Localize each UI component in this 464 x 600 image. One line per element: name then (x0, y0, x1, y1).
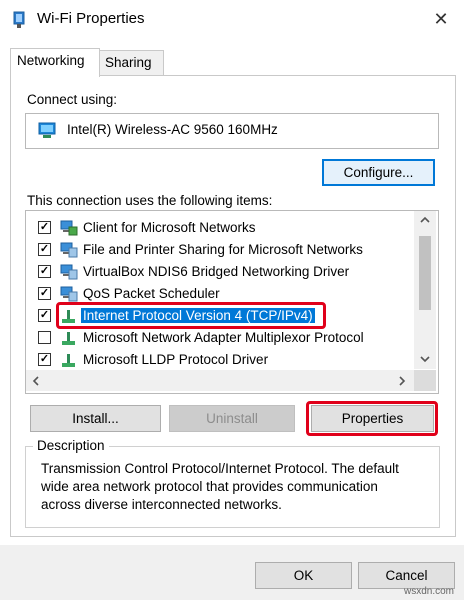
chevron-right-icon[interactable] (398, 376, 406, 386)
wifi-adapter-icon (13, 11, 25, 28)
description-line-3: across diverse interconnected networks. (41, 497, 282, 512)
network-adapter-icon (38, 122, 56, 138)
checkbox[interactable]: ✓ (38, 309, 51, 322)
protocol-icon (62, 332, 75, 345)
description-line-2: wide area network protocol that provides… (41, 479, 378, 494)
protocol-icon (62, 354, 75, 367)
horizontal-scrollbar[interactable] (26, 370, 414, 391)
install-button[interactable]: Install... (30, 405, 161, 432)
ipv4-highlight-box (56, 302, 326, 329)
checkbox[interactable]: ✓ (38, 243, 51, 256)
network-client-icon (60, 220, 78, 236)
properties-highlight-box (306, 401, 438, 436)
network-service-icon (60, 286, 78, 302)
checkbox[interactable]: ✓ (38, 221, 51, 234)
close-icon: ✕ (433, 9, 449, 29)
ok-button[interactable]: OK (255, 562, 352, 589)
list-item[interactable]: ✓ Microsoft LLDP Protocol Driver (26, 349, 420, 371)
configure-button[interactable]: Configure... (322, 159, 435, 186)
vertical-scrollbar[interactable] (414, 211, 436, 369)
checkbox[interactable]: ✓ (38, 265, 51, 278)
window-title: Wi-Fi Properties (37, 10, 145, 27)
checkbox[interactable] (38, 331, 51, 344)
items-label: This connection uses the following items… (27, 193, 273, 208)
scrollbar-corner (414, 370, 436, 391)
title-bar: Wi-Fi Properties ✕ (0, 0, 464, 40)
close-button[interactable]: ✕ (430, 8, 452, 30)
list-item[interactable]: ✓ VirtualBox NDIS6 Bridged Networking Dr… (26, 261, 420, 283)
list-item[interactable]: ✓ File and Printer Sharing for Microsoft… (26, 239, 420, 261)
list-item[interactable]: ✓ Client for Microsoft Networks (26, 217, 420, 239)
chevron-down-icon[interactable] (420, 355, 430, 363)
connect-using-label: Connect using: (27, 92, 118, 107)
list-item[interactable]: Microsoft Network Adapter Multiplexor Pr… (26, 327, 420, 349)
watermark: wsxdn.com (404, 586, 455, 597)
scrollbar-thumb[interactable] (419, 236, 431, 310)
checkbox[interactable]: ✓ (38, 287, 51, 300)
network-service-icon (60, 242, 78, 258)
adapter-field: Intel(R) Wireless-AC 9560 160MHz (25, 113, 439, 149)
tab-sharing[interactable]: Sharing (98, 50, 164, 76)
uninstall-button[interactable]: Uninstall (169, 405, 295, 432)
chevron-left-icon[interactable] (32, 376, 40, 386)
description-title: Description (33, 438, 109, 453)
description-line-1: Transmission Control Protocol/Internet P… (41, 461, 399, 476)
adapter-name: Intel(R) Wireless-AC 9560 160MHz (67, 122, 278, 137)
checkbox[interactable]: ✓ (38, 353, 51, 366)
network-service-icon (60, 264, 78, 280)
chevron-up-icon[interactable] (420, 216, 430, 224)
tab-networking[interactable]: Networking (10, 48, 100, 77)
cancel-button[interactable]: Cancel (358, 562, 455, 589)
